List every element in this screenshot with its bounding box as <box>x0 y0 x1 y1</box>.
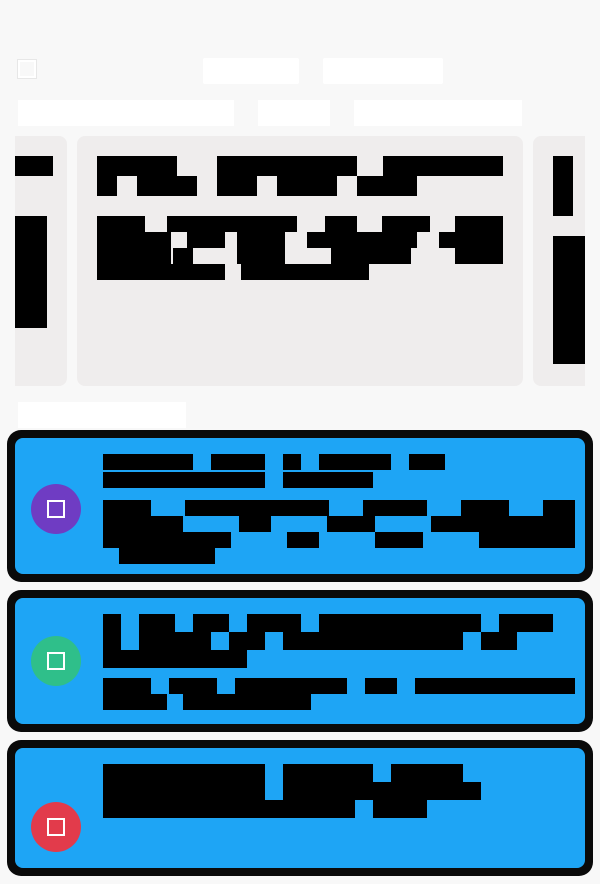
carousel[interactable] <box>15 136 585 386</box>
menu-square-icon[interactable] <box>18 60 36 78</box>
square-icon <box>47 818 65 836</box>
post-card[interactable] <box>15 598 585 724</box>
tab-primary[interactable] <box>203 58 299 84</box>
feed-post[interactable] <box>7 740 593 876</box>
section-heading <box>18 402 186 428</box>
top-bar <box>0 0 600 140</box>
carousel-card-active[interactable] <box>77 136 523 386</box>
subtab-two[interactable] <box>258 100 330 126</box>
post-card[interactable] <box>15 748 585 868</box>
post-text-block <box>103 764 569 864</box>
post-text-block <box>103 614 575 714</box>
feed-list <box>7 430 593 884</box>
post-text-block <box>103 454 575 564</box>
tab-secondary[interactable] <box>323 58 443 84</box>
subtab-one[interactable] <box>18 100 234 126</box>
carousel-card-prev[interactable] <box>15 136 67 386</box>
square-icon <box>47 652 65 670</box>
avatar[interactable] <box>31 484 81 534</box>
carousel-card-next[interactable] <box>533 136 585 386</box>
feed-post[interactable] <box>7 590 593 732</box>
square-icon <box>47 500 65 518</box>
feed-post[interactable] <box>7 430 593 582</box>
avatar[interactable] <box>31 802 81 852</box>
post-card[interactable] <box>15 438 585 574</box>
avatar[interactable] <box>31 636 81 686</box>
subtab-three[interactable] <box>354 100 522 126</box>
